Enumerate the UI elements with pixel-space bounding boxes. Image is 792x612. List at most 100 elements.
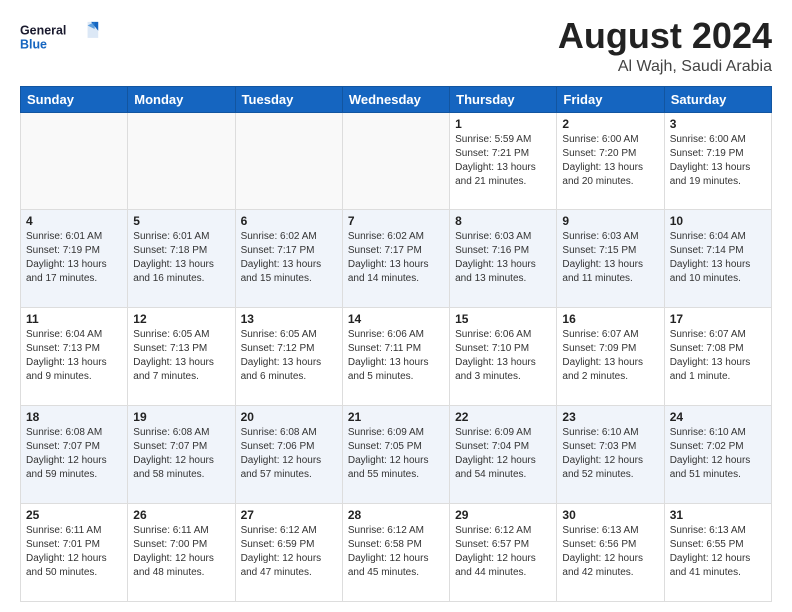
col-header-saturday: Saturday xyxy=(664,86,771,112)
day-number: 14 xyxy=(348,312,444,326)
day-number: 22 xyxy=(455,410,551,424)
day-info: Sunrise: 5:59 AM Sunset: 7:21 PM Dayligh… xyxy=(455,133,551,189)
logo: General Blue xyxy=(20,16,100,58)
calendar-cell: 20 Sunrise: 6:08 AM Sunset: 7:06 PM Dayli… xyxy=(235,406,342,504)
col-header-monday: Monday xyxy=(128,86,235,112)
day-info: Sunrise: 6:04 AM Sunset: 7:13 PM Dayligh… xyxy=(26,328,122,384)
day-number: 30 xyxy=(562,508,658,522)
calendar-cell xyxy=(342,112,449,210)
main-title: August 2024 xyxy=(558,16,772,56)
day-number: 21 xyxy=(348,410,444,424)
day-info: Sunrise: 6:08 AM Sunset: 7:07 PM Dayligh… xyxy=(133,426,229,482)
day-info: Sunrise: 6:07 AM Sunset: 7:09 PM Dayligh… xyxy=(562,328,658,384)
day-info: Sunrise: 6:00 AM Sunset: 7:19 PM Dayligh… xyxy=(670,133,766,189)
calendar-cell: 9Sunrise: 6:03 AM Sunset: 7:15 PM Daylig… xyxy=(557,210,664,308)
day-info: Sunrise: 6:03 AM Sunset: 7:16 PM Dayligh… xyxy=(455,230,551,286)
day-number: 24 xyxy=(670,410,766,424)
day-info: Sunrise: 6:08 AM Sunset: 7:06 PM Dayligh… xyxy=(241,426,337,482)
logo-svg: General Blue xyxy=(20,16,100,58)
day-number: 4 xyxy=(26,214,122,228)
col-header-tuesday: Tuesday xyxy=(235,86,342,112)
calendar-cell: 11 Sunrise: 6:04 AM Sunset: 7:13 PM Dayli… xyxy=(21,308,128,406)
day-number: 1 xyxy=(455,117,551,131)
title-block: August 2024 Al Wajh, Saudi Arabia xyxy=(558,16,772,76)
day-number: 31 xyxy=(670,508,766,522)
calendar-cell: 2 Sunrise: 6:00 AM Sunset: 7:20 PM Daylig… xyxy=(557,112,664,210)
day-info: Sunrise: 6:02 AM Sunset: 7:17 PM Dayligh… xyxy=(348,230,444,286)
day-info: Sunrise: 6:11 AM Sunset: 7:01 PM Dayligh… xyxy=(26,524,122,580)
calendar-cell: 14 Sunrise: 6:06 AM Sunset: 7:11 PM Dayli… xyxy=(342,308,449,406)
day-number: 17 xyxy=(670,312,766,326)
col-header-friday: Friday xyxy=(557,86,664,112)
day-number: 8 xyxy=(455,214,551,228)
calendar-cell: 26 Sunrise: 6:11 AM Sunset: 7:00 PM Dayli… xyxy=(128,504,235,602)
day-info: Sunrise: 6:10 AM Sunset: 7:02 PM Dayligh… xyxy=(670,426,766,482)
calendar-table: SundayMondayTuesdayWednesdayThursdayFrid… xyxy=(20,86,772,602)
sub-title: Al Wajh, Saudi Arabia xyxy=(558,58,772,76)
day-info: Sunrise: 6:09 AM Sunset: 7:04 PM Dayligh… xyxy=(455,426,551,482)
svg-text:General: General xyxy=(20,23,66,37)
calendar-week-row: 18Sunrise: 6:08 AM Sunset: 7:07 PM Dayli… xyxy=(21,406,772,504)
calendar-cell: 24 Sunrise: 6:10 AM Sunset: 7:02 PM Dayli… xyxy=(664,406,771,504)
calendar-week-row: 25 Sunrise: 6:11 AM Sunset: 7:01 PM Dayli… xyxy=(21,504,772,602)
day-number: 5 xyxy=(133,214,229,228)
day-number: 29 xyxy=(455,508,551,522)
calendar-cell: 18Sunrise: 6:08 AM Sunset: 7:07 PM Dayli… xyxy=(21,406,128,504)
calendar-cell: 23 Sunrise: 6:10 AM Sunset: 7:03 PM Dayli… xyxy=(557,406,664,504)
day-number: 28 xyxy=(348,508,444,522)
day-info: Sunrise: 6:09 AM Sunset: 7:05 PM Dayligh… xyxy=(348,426,444,482)
calendar-cell: 22 Sunrise: 6:09 AM Sunset: 7:04 PM Dayli… xyxy=(450,406,557,504)
calendar-cell: 16Sunrise: 6:07 AM Sunset: 7:09 PM Dayli… xyxy=(557,308,664,406)
day-number: 26 xyxy=(133,508,229,522)
calendar-cell: 30 Sunrise: 6:13 AM Sunset: 6:56 PM Dayli… xyxy=(557,504,664,602)
calendar-cell: 4 Sunrise: 6:01 AM Sunset: 7:19 PM Daylig… xyxy=(21,210,128,308)
calendar-cell: 17 Sunrise: 6:07 AM Sunset: 7:08 PM Dayli… xyxy=(664,308,771,406)
day-info: Sunrise: 6:01 AM Sunset: 7:18 PM Dayligh… xyxy=(133,230,229,286)
day-number: 6 xyxy=(241,214,337,228)
col-header-sunday: Sunday xyxy=(21,86,128,112)
calendar-week-row: 1 Sunrise: 5:59 AM Sunset: 7:21 PM Daylig… xyxy=(21,112,772,210)
day-info: Sunrise: 6:07 AM Sunset: 7:08 PM Dayligh… xyxy=(670,328,766,384)
day-info: Sunrise: 6:12 AM Sunset: 6:57 PM Dayligh… xyxy=(455,524,551,580)
calendar-cell: 6 Sunrise: 6:02 AM Sunset: 7:17 PM Daylig… xyxy=(235,210,342,308)
calendar-cell: 15Sunrise: 6:06 AM Sunset: 7:10 PM Dayli… xyxy=(450,308,557,406)
calendar-week-row: 11 Sunrise: 6:04 AM Sunset: 7:13 PM Dayli… xyxy=(21,308,772,406)
calendar-week-row: 4 Sunrise: 6:01 AM Sunset: 7:19 PM Daylig… xyxy=(21,210,772,308)
day-number: 20 xyxy=(241,410,337,424)
day-info: Sunrise: 6:02 AM Sunset: 7:17 PM Dayligh… xyxy=(241,230,337,286)
day-number: 11 xyxy=(26,312,122,326)
day-number: 10 xyxy=(670,214,766,228)
day-info: Sunrise: 6:13 AM Sunset: 6:55 PM Dayligh… xyxy=(670,524,766,580)
day-number: 7 xyxy=(348,214,444,228)
day-info: Sunrise: 6:13 AM Sunset: 6:56 PM Dayligh… xyxy=(562,524,658,580)
day-number: 3 xyxy=(670,117,766,131)
calendar-cell: 12Sunrise: 6:05 AM Sunset: 7:13 PM Dayli… xyxy=(128,308,235,406)
day-number: 27 xyxy=(241,508,337,522)
page: General Blue August 2024 Al Wajh, Saudi … xyxy=(0,0,792,612)
day-info: Sunrise: 6:06 AM Sunset: 7:10 PM Dayligh… xyxy=(455,328,551,384)
day-info: Sunrise: 6:05 AM Sunset: 7:12 PM Dayligh… xyxy=(241,328,337,384)
calendar-header-row: SundayMondayTuesdayWednesdayThursdayFrid… xyxy=(21,86,772,112)
day-info: Sunrise: 6:11 AM Sunset: 7:00 PM Dayligh… xyxy=(133,524,229,580)
day-info: Sunrise: 6:03 AM Sunset: 7:15 PM Dayligh… xyxy=(562,230,658,286)
day-number: 23 xyxy=(562,410,658,424)
calendar-cell: 8 Sunrise: 6:03 AM Sunset: 7:16 PM Daylig… xyxy=(450,210,557,308)
day-info: Sunrise: 6:01 AM Sunset: 7:19 PM Dayligh… xyxy=(26,230,122,286)
day-number: 19 xyxy=(133,410,229,424)
calendar-cell: 31 Sunrise: 6:13 AM Sunset: 6:55 PM Dayli… xyxy=(664,504,771,602)
calendar-cell: 10Sunrise: 6:04 AM Sunset: 7:14 PM Dayli… xyxy=(664,210,771,308)
calendar-cell: 13 Sunrise: 6:05 AM Sunset: 7:12 PM Dayli… xyxy=(235,308,342,406)
day-number: 13 xyxy=(241,312,337,326)
day-info: Sunrise: 6:10 AM Sunset: 7:03 PM Dayligh… xyxy=(562,426,658,482)
calendar-cell: 19 Sunrise: 6:08 AM Sunset: 7:07 PM Dayli… xyxy=(128,406,235,504)
day-info: Sunrise: 6:00 AM Sunset: 7:20 PM Dayligh… xyxy=(562,133,658,189)
day-info: Sunrise: 6:05 AM Sunset: 7:13 PM Dayligh… xyxy=(133,328,229,384)
day-info: Sunrise: 6:06 AM Sunset: 7:11 PM Dayligh… xyxy=(348,328,444,384)
calendar-cell: 21 Sunrise: 6:09 AM Sunset: 7:05 PM Dayli… xyxy=(342,406,449,504)
day-number: 2 xyxy=(562,117,658,131)
calendar-cell: 7 Sunrise: 6:02 AM Sunset: 7:17 PM Daylig… xyxy=(342,210,449,308)
day-number: 25 xyxy=(26,508,122,522)
calendar-cell: 3 Sunrise: 6:00 AM Sunset: 7:19 PM Daylig… xyxy=(664,112,771,210)
calendar-cell xyxy=(128,112,235,210)
calendar-cell: 29 Sunrise: 6:12 AM Sunset: 6:57 PM Dayli… xyxy=(450,504,557,602)
